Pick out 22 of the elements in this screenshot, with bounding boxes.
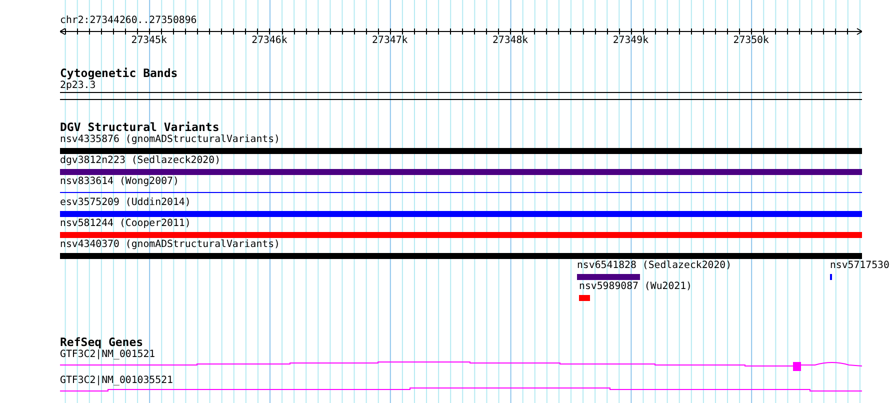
variant-label: nsv4335876 (gnomADStructuralVariants): [60, 134, 280, 145]
variant-label: esv3575209 (Uddin2014): [60, 197, 191, 208]
track-title: RefSeq Genes: [60, 336, 144, 349]
track-title: DGV Structural Variants: [60, 121, 220, 134]
variant-label: nsv581244 (Cooper2011): [60, 218, 191, 229]
tick-label: 27349k: [612, 35, 649, 47]
tick-label: 27350k: [733, 35, 769, 47]
variant-label: nsv833614 (Wong2007): [60, 176, 179, 187]
gene-label: GTF3C2|NM_001035521: [60, 375, 173, 386]
tick-label: 27346k: [252, 35, 288, 47]
track-title: Cytogenetic Bands: [60, 67, 178, 80]
variant-label: nsv6541828 (Sedlazeck2020): [576, 260, 732, 271]
variant-label: dgv3812n223 (Sedlazeck2020): [60, 155, 221, 166]
band-label: 2p23.3: [60, 80, 96, 92]
tick-label: 27347k: [372, 35, 408, 47]
tick-label: 27345k: [131, 35, 167, 47]
variant-label: nsv5989087 (Wu2021): [579, 281, 692, 292]
location-label: chr2:27344260..27350896: [60, 15, 197, 27]
tick-label: 27348k: [492, 35, 528, 47]
variant-label: nsv4340370 (gnomADStructuralVariants): [60, 239, 280, 250]
gene-label: GTF3C2|NM_001521: [60, 349, 156, 360]
variant-label: nsv5717530: [830, 260, 890, 271]
